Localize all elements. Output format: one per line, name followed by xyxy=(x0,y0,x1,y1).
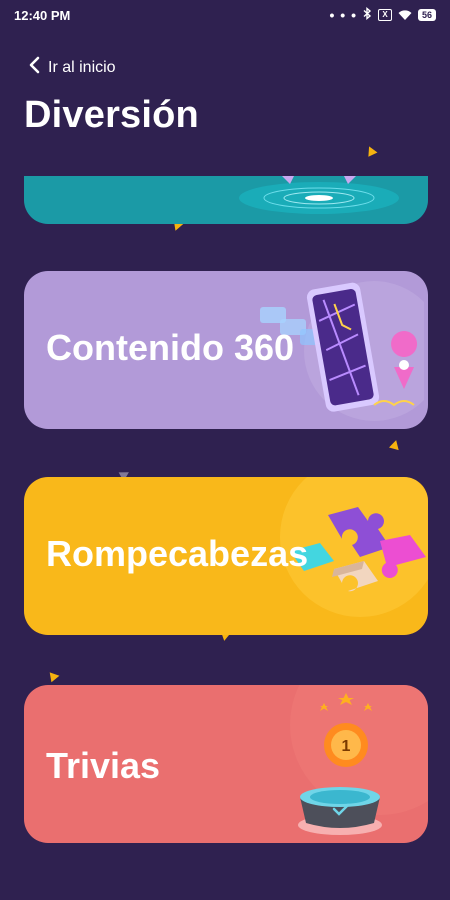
status-icons: • • • X 56 xyxy=(329,7,436,23)
page-title: Diversión xyxy=(24,94,199,136)
card-partial-teal[interactable] xyxy=(24,176,428,224)
confetti-decoration xyxy=(389,438,401,451)
muted-icon: X xyxy=(377,9,392,21)
card-label: Rompecabezas xyxy=(46,533,309,574)
card-trivias[interactable]: 1 Trivias xyxy=(24,685,428,843)
card-rompecabezas[interactable]: Rompecabezas xyxy=(24,477,428,635)
card-label: Contenido 360 xyxy=(46,327,295,368)
battery-icon: 56 xyxy=(417,9,436,21)
wifi-icon xyxy=(398,10,412,20)
status-time: 12:40 PM xyxy=(14,7,71,23)
confetti-decoration xyxy=(49,670,61,683)
status-bar: 12:40 PM • • • X 56 xyxy=(0,0,450,30)
medal-number: 1 xyxy=(342,738,351,755)
portal-glow-icon xyxy=(239,176,399,214)
signal-dots-icon: • • • xyxy=(329,7,357,23)
card-label: Trivias xyxy=(46,745,161,786)
confetti-decoration xyxy=(364,144,378,157)
chevron-left-icon xyxy=(28,56,40,79)
back-link-label: Ir al inicio xyxy=(48,58,116,76)
back-link[interactable]: Ir al inicio xyxy=(28,56,116,79)
card-contenido-360[interactable]: Contenido 360 xyxy=(24,271,428,429)
bluetooth-icon xyxy=(363,7,372,23)
medal-icon: 1 xyxy=(290,685,428,835)
